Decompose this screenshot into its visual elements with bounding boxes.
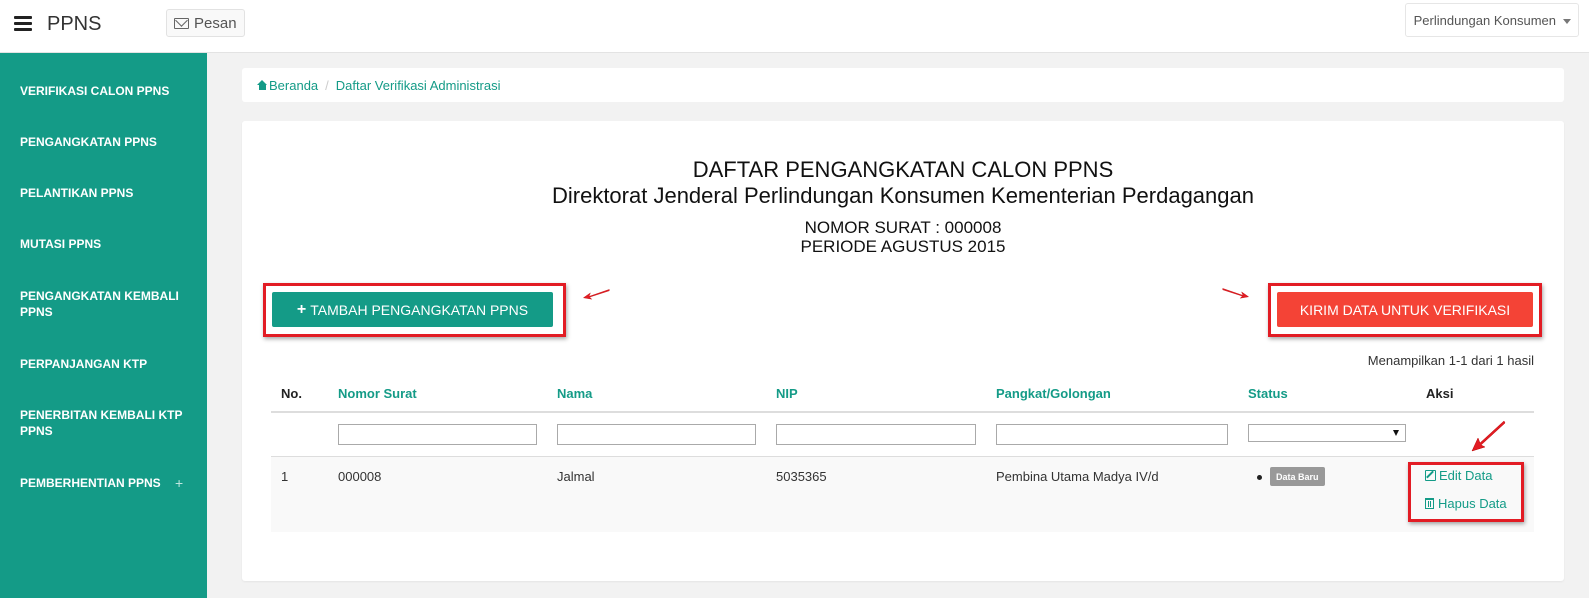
cell-pangkat: Pembina Utama Madya IV/d (996, 469, 1159, 484)
column-header-nomor-surat[interactable]: Nomor Surat (338, 386, 417, 401)
top-navbar: PPNS Pesan Perlindungan Konsumen (0, 0, 1589, 53)
sidebar-item-pelantikan[interactable]: PELANTIKAN PPNS (20, 185, 190, 201)
edit-icon (1425, 470, 1436, 481)
sidebar-item-pengangkatan-kembali[interactable]: PENGANGKATAN KEMBALI PPNS (20, 288, 190, 320)
column-header-nama[interactable]: Nama (557, 386, 592, 401)
cell-no: 1 (281, 469, 289, 484)
status-bullet (1257, 475, 1262, 480)
sidebar-item-pengangkatan[interactable]: PENGANGKATAN PPNS (20, 134, 190, 150)
dropdown-arrow-icon (1393, 430, 1399, 436)
table-header: No. Nomor Surat Nama NIP Pangkat/Golonga… (271, 375, 1534, 413)
organization-select[interactable]: Perlindungan Konsumen (1404, 3, 1579, 37)
periode: PERIODE AGUSTUS 2015 (800, 237, 1006, 256)
edit-data-label: Edit Data (1439, 468, 1493, 483)
filter-pangkat-input[interactable] (996, 424, 1228, 445)
page-header: DAFTAR PENGANGKATAN CALON PPNS Direktora… (242, 157, 1564, 256)
nomor-surat: NOMOR SURAT : 000008 (804, 218, 1002, 237)
add-pengangkatan-button[interactable]: + TAMBAH PENGANGKATAN PPNS (272, 292, 553, 327)
sidebar: VERIFIKASI CALON PPNS PENGANGKATAN PPNS … (0, 53, 207, 598)
app-brand[interactable]: PPNS (47, 13, 101, 36)
filter-status-select[interactable] (1248, 424, 1406, 442)
filter-nip-input[interactable] (776, 424, 976, 445)
cell-nip: 5035365 (776, 469, 827, 484)
column-header-pangkat[interactable]: Pangkat/Golongan (996, 386, 1111, 401)
column-header-aksi: Aksi (1426, 386, 1454, 401)
caret-down-icon (1563, 19, 1571, 24)
cell-nomor-surat: 000008 (338, 469, 382, 484)
breadcrumb-separator: / (325, 77, 329, 93)
table-row: 1 000008 Jalmal 5035365 Pembina Utama Ma… (271, 457, 1534, 532)
sidebar-item-penerbitan-kembali-ktp[interactable]: PENERBITAN KEMBALI KTP PPNS (20, 407, 190, 439)
home-icon (257, 80, 268, 90)
filter-row (271, 413, 1534, 457)
filter-nomor-surat-input[interactable] (338, 424, 537, 445)
messages-button[interactable]: Pesan (166, 9, 245, 37)
status-badge: Data Baru (1270, 467, 1325, 486)
page-title: DAFTAR PENGANGKATAN CALON PPNS (692, 157, 1114, 182)
annotation-arrow-actions (1471, 420, 1506, 452)
expand-icon[interactable]: + (175, 475, 183, 491)
breadcrumb-home[interactable]: Beranda (269, 78, 318, 93)
delete-data-link[interactable]: Hapus Data (1425, 496, 1507, 511)
filter-nama-input[interactable] (557, 424, 756, 445)
annotation-arrow-right (1222, 288, 1250, 299)
sidebar-item-verifikasi-calon[interactable]: VERIFIKASI CALON PPNS (20, 83, 190, 99)
results-summary: Menampilkan 1-1 dari 1 hasil (1367, 353, 1534, 368)
sidebar-item-mutasi[interactable]: MUTASI PPNS (20, 236, 190, 252)
main-panel: DAFTAR PENGANGKATAN CALON PPNS Direktora… (242, 121, 1564, 581)
send-verification-button[interactable]: KIRIM DATA UNTUK VERIFIKASI (1277, 292, 1533, 327)
plus-icon: + (296, 300, 307, 318)
organization-select-value: Perlindungan Konsumen (1413, 12, 1556, 28)
breadcrumb-current[interactable]: Daftar Verifikasi Administrasi (336, 78, 501, 93)
breadcrumb: Beranda / Daftar Verifikasi Administrasi (242, 68, 1564, 102)
sidebar-item-perpanjangan-ktp[interactable]: PERPANJANGAN KTP (20, 356, 190, 372)
edit-data-link[interactable]: Edit Data (1425, 468, 1492, 483)
add-pengangkatan-label: TAMBAH PENGANGKATAN PPNS (310, 301, 529, 318)
cell-nama: Jalmal (557, 469, 595, 484)
delete-data-label: Hapus Data (1438, 496, 1507, 511)
envelope-icon (174, 17, 189, 29)
messages-label: Pesan (194, 14, 237, 32)
column-header-no: No. (281, 386, 302, 401)
menu-icon[interactable] (14, 16, 32, 32)
trash-icon (1425, 498, 1434, 509)
column-header-status[interactable]: Status (1248, 386, 1288, 401)
annotation-arrow-left (582, 289, 610, 300)
sidebar-item-pemberhentian[interactable]: PEMBERHENTIAN PPNS (20, 475, 190, 491)
page-subtitle: Direktorat Jenderal Perlindungan Konsume… (551, 183, 1254, 208)
column-header-nip[interactable]: NIP (776, 386, 798, 401)
